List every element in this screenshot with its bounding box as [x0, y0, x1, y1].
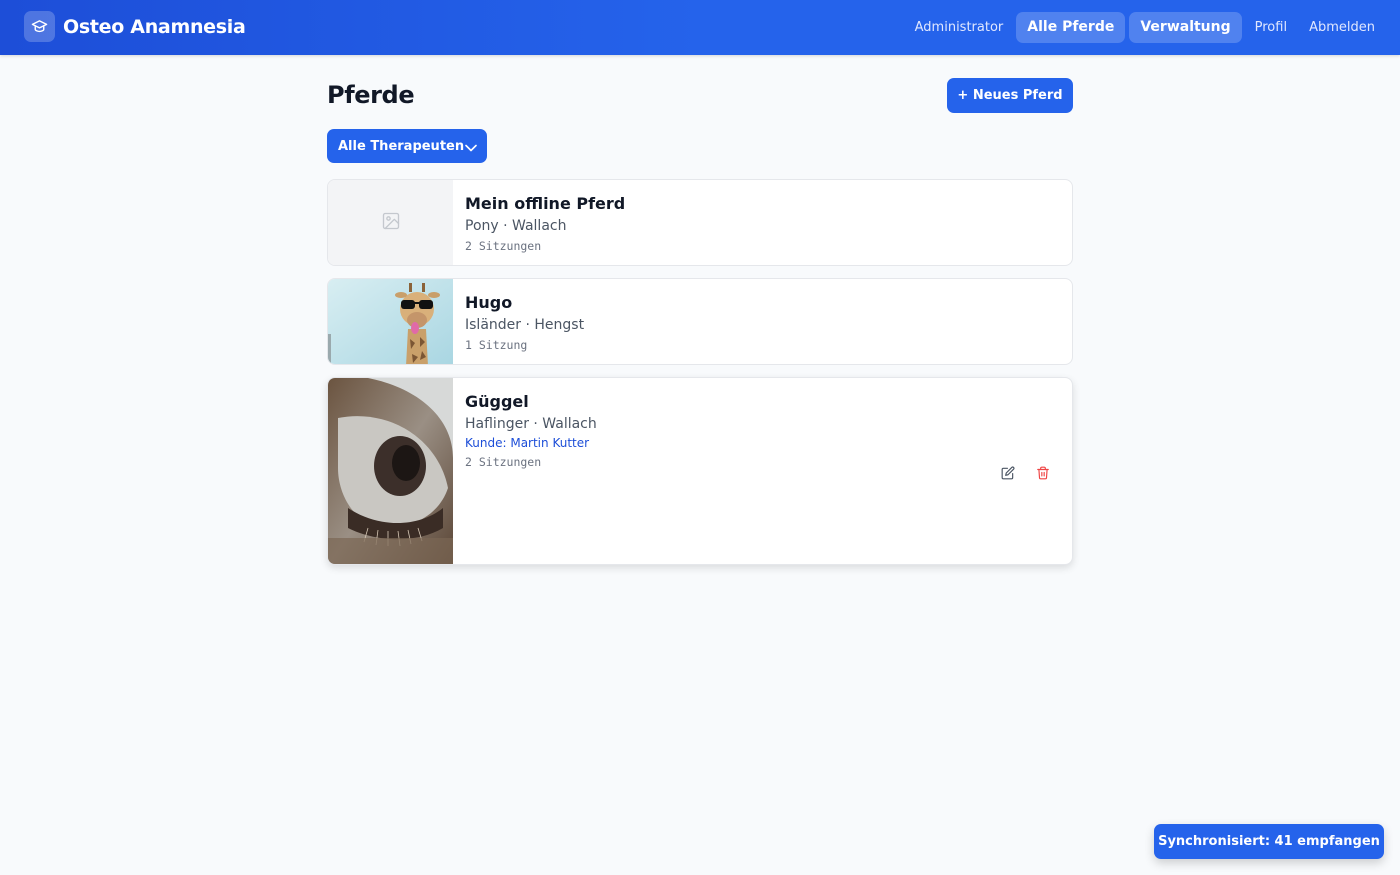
- top-navbar: Osteo Anamnesia Administrator Alle Pferd…: [0, 0, 1400, 55]
- horse-name: Hugo: [465, 293, 513, 312]
- horse-card[interactable]: Hugo Isländer · Hengst 1 Sitzung: [327, 278, 1073, 365]
- horse-thumbnail: [328, 378, 453, 564]
- chevron-down-icon: [465, 141, 477, 156]
- sync-status-text: Synchronisiert: 41 empfangen: [1158, 834, 1380, 849]
- horse-breed-gender: Haflinger · Wallach: [465, 416, 597, 432]
- horse-thumbnail: [328, 180, 453, 265]
- sync-status-toast: Synchronisiert: 41 empfangen: [1154, 824, 1384, 859]
- horse-info: Hugo Isländer · Hengst 1 Sitzung: [465, 293, 584, 353]
- edit-icon[interactable]: [997, 462, 1019, 484]
- image-placeholder-icon: [381, 211, 401, 235]
- horse-breed-gender: Pony · Wallach: [465, 218, 567, 234]
- horse-session-count: 1 Sitzung: [465, 338, 528, 352]
- nav-management[interactable]: Verwaltung: [1129, 12, 1242, 43]
- new-horse-button[interactable]: + Neues Pferd: [947, 78, 1073, 113]
- horse-info: Mein offline Pferd Pony · Wallach 2 Sitz…: [465, 194, 625, 254]
- nav-administrator[interactable]: Administrator: [906, 12, 1013, 43]
- horse-session-count: 2 Sitzungen: [465, 239, 542, 253]
- horse-muzzle-photo: [328, 378, 453, 564]
- nav-logout[interactable]: Abmelden: [1300, 12, 1384, 43]
- horse-actions: [984, 462, 1054, 484]
- main-nav: Administrator Alle Pferde Verwaltung Pro…: [902, 12, 1384, 43]
- horse-session-count: 2 Sitzungen: [465, 455, 542, 469]
- horse-card[interactable]: Mein offline Pferd Pony · Wallach 2 Sitz…: [327, 179, 1073, 266]
- horse-name: Güggel: [465, 392, 529, 411]
- page-title: Pferde: [327, 81, 415, 109]
- brand[interactable]: Osteo Anamnesia: [24, 11, 246, 42]
- horse-thumbnail: [328, 279, 453, 364]
- nav-profile[interactable]: Profil: [1246, 12, 1296, 43]
- trash-icon[interactable]: [1032, 462, 1054, 484]
- horse-name: Mein offline Pferd: [465, 194, 626, 213]
- horse-customer-link[interactable]: Kunde: Martin Kutter: [465, 435, 597, 451]
- horse-card[interactable]: Güggel Haflinger · Wallach Kunde: Martin…: [327, 377, 1073, 565]
- therapist-filter-label: Alle Therapeuten: [338, 138, 465, 154]
- therapist-filter-dropdown[interactable]: Alle Therapeuten: [327, 129, 487, 163]
- giraffe-with-sunglasses-photo: [328, 279, 453, 364]
- nav-all-horses[interactable]: Alle Pferde: [1016, 12, 1126, 43]
- horse-breed-gender: Isländer · Hengst: [465, 317, 585, 333]
- app-name: Osteo Anamnesia: [63, 15, 246, 38]
- horse-info: Güggel Haflinger · Wallach Kunde: Martin…: [465, 392, 597, 470]
- graduation-cap-icon: [24, 11, 55, 42]
